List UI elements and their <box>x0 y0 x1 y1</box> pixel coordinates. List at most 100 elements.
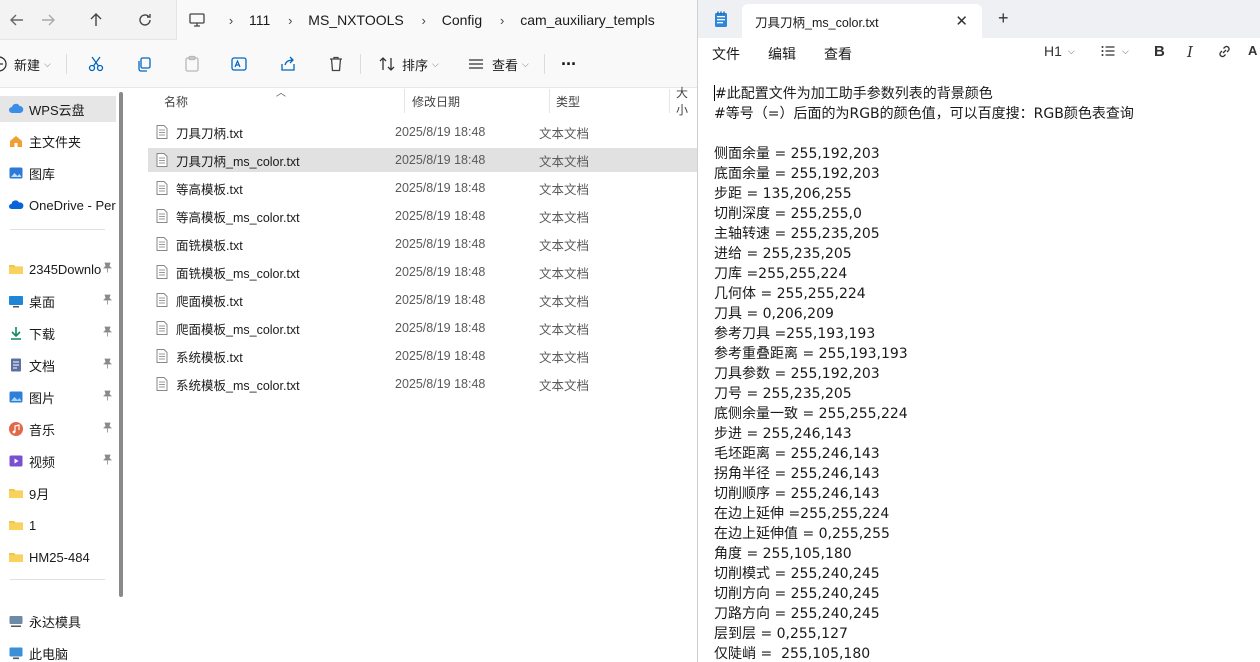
new-tab-plus-icon[interactable]: + <box>998 8 1009 29</box>
file-row[interactable]: 系统模板.txt 2025/8/19 18:48 文本文档 <box>148 344 697 368</box>
view-button[interactable]: 查看 ⌵ <box>467 50 529 78</box>
view-lines-icon <box>469 59 483 69</box>
text-line: 参考重叠距离 = 255,193,193 <box>714 344 1254 364</box>
clear-formatting-icon[interactable]: A <box>1248 43 1257 58</box>
column-header-modified[interactable]: 修改日期 <box>412 89 460 113</box>
breadcrumb-segment[interactable]: Config <box>438 12 488 28</box>
desktop-icon <box>8 293 24 309</box>
file-row[interactable]: 等高模板.txt 2025/8/19 18:48 文本文档 <box>148 176 697 200</box>
file-row[interactable]: 刀具刀柄_ms_color.txt 2025/8/19 18:48 文本文档 <box>148 148 697 172</box>
link-icon[interactable] <box>1216 43 1233 60</box>
sidebar-item[interactable]: OneDrive - Per <box>0 192 116 218</box>
sidebar-item[interactable]: 桌面 <box>0 288 116 314</box>
sidebar-item[interactable]: 视频 <box>0 448 116 474</box>
cut-icon[interactable] <box>87 50 105 78</box>
menu-view[interactable]: 查看 <box>824 44 852 64</box>
copy-icon[interactable] <box>135 50 153 78</box>
breadcrumb-segment[interactable]: cam_auxiliary_templs <box>516 12 661 28</box>
download-icon <box>8 325 24 341</box>
text-line-content: 层到层 = 0,255,127 <box>714 626 848 642</box>
text-line-content: 刀库 =255,255,224 <box>714 266 848 282</box>
sidebar-item[interactable]: 音乐 <box>0 416 116 442</box>
sidebar-item[interactable]: 永达模具 <box>0 608 116 634</box>
this-pc-icon <box>8 645 24 661</box>
file-name: 等高模板.txt <box>176 182 243 197</box>
file-row[interactable]: 面铣模板_ms_color.txt 2025/8/19 18:48 文本文档 <box>148 260 697 284</box>
text-file-icon <box>154 320 170 336</box>
sidebar-item[interactable]: 2345Downlo <box>0 256 116 282</box>
column-header-name[interactable]: 名称 <box>164 89 188 113</box>
chevron-right-icon[interactable]: › <box>488 13 516 28</box>
sidebar-divider <box>10 579 105 580</box>
file-row[interactable]: 爬面模板.txt 2025/8/19 18:48 文本文档 <box>148 288 697 312</box>
file-row[interactable]: 爬面模板_ms_color.txt 2025/8/19 18:48 文本文档 <box>148 316 697 340</box>
sidebar-item[interactable]: 9月 <box>0 480 116 506</box>
sidebar-item-label: 9月 <box>29 486 50 502</box>
forward-arrow-icon[interactable] <box>34 6 62 34</box>
column-header-type[interactable]: 类型 <box>556 89 580 113</box>
file-name: 面铣模板_ms_color.txt <box>176 266 300 281</box>
text-line-content: #此配置文件为加工助手参数列表的背景颜色 <box>715 86 993 102</box>
heading-dropdown[interactable]: H1 ⌵ <box>1044 43 1075 59</box>
chevron-right-icon[interactable]: › <box>217 13 245 28</box>
breadcrumb-segment[interactable]: 111 <box>245 12 276 28</box>
text-line: 刀具 = 0,206,209 <box>714 304 1254 324</box>
text-line-content: 切削深度 = 255,255,0 <box>714 206 862 222</box>
file-modified: 2025/8/19 18:48 <box>395 237 486 251</box>
italic-icon[interactable]: I <box>1187 43 1193 61</box>
sidebar-scrollbar[interactable] <box>119 92 123 597</box>
address-bar[interactable]: › 111 › MS_NXTOOLS › Config › cam_auxiliary_tem… <box>176 0 697 40</box>
file-modified: 2025/8/19 18:48 <box>395 293 486 307</box>
sidebar-item[interactable]: 此电脑 <box>0 640 116 662</box>
column-divider <box>404 89 405 113</box>
file-row[interactable]: 面铣模板.txt 2025/8/19 18:48 文本文档 <box>148 232 697 256</box>
share-icon[interactable] <box>279 50 297 78</box>
text-line-content: 侧面余量 = 255,192,203 <box>714 146 880 162</box>
list-dropdown[interactable]: ⌵ <box>1100 43 1129 59</box>
text-file-icon <box>154 152 170 168</box>
text-editor[interactable]: #此配置文件为加工助手参数列表的背景颜色 #等号（=）后面的为RGB的颜色值，可以… <box>714 84 1254 662</box>
more-options-button[interactable]: ··· <box>561 50 577 78</box>
music-icon <box>8 421 24 437</box>
up-arrow-icon[interactable] <box>82 6 110 34</box>
file-modified: 2025/8/19 18:48 <box>395 265 486 279</box>
chevron-right-icon[interactable]: › <box>410 13 438 28</box>
text-line-content: #等号（=）后面的为RGB的颜色值，可以百度搜：RGB颜色表查询 <box>714 106 1134 122</box>
sidebar-item[interactable]: 文档 <box>0 352 116 378</box>
text-line: 仅陡峭 = 255,105,180 <box>714 644 1254 662</box>
videos-icon <box>8 453 24 469</box>
sidebar-item[interactable]: WPS云盘 <box>0 96 116 122</box>
breadcrumb: › 111 › MS_NXTOOLS › Config › cam_auxiliary_tem… <box>217 12 661 28</box>
sort-button[interactable]: 排序 ⌵ <box>378 50 439 78</box>
divider <box>66 54 67 74</box>
document-tab[interactable]: 刀具刀柄_ms_color.txt ✕ <box>742 4 982 38</box>
sidebar-item[interactable]: 主文件夹 <box>0 128 116 154</box>
text-line: 刀路方向 = 255,240,245 <box>714 604 1254 624</box>
paste-icon[interactable] <box>183 50 201 78</box>
menu-edit[interactable]: 编辑 <box>768 44 796 64</box>
bold-icon[interactable]: B <box>1154 43 1165 60</box>
column-header-size[interactable]: 大小 <box>676 86 697 117</box>
sidebar-item[interactable]: 图库 <box>0 160 116 186</box>
file-row[interactable]: 刀具刀柄.txt 2025/8/19 18:48 文本文档 <box>148 120 697 144</box>
file-row[interactable]: 系统模板_ms_color.txt 2025/8/19 18:48 文本文档 <box>148 372 697 396</box>
network-drive-icon <box>8 613 24 629</box>
chevron-right-icon[interactable]: › <box>276 13 304 28</box>
rename-icon[interactable] <box>230 50 248 78</box>
sidebar-item[interactable]: 图片 <box>0 384 116 410</box>
menu-file[interactable]: 文件 <box>712 44 740 64</box>
text-line: 刀库 =255,255,224 <box>714 264 1254 284</box>
file-name: 爬面模板_ms_color.txt <box>176 322 300 337</box>
sidebar-item[interactable]: HM25-484 <box>0 544 116 570</box>
breadcrumb-segment[interactable]: MS_NXTOOLS <box>304 12 409 28</box>
file-row[interactable]: 等高模板_ms_color.txt 2025/8/19 18:48 文本文档 <box>148 204 697 228</box>
sidebar-item[interactable]: 下载 <box>0 320 116 346</box>
text-line: #等号（=）后面的为RGB的颜色值，可以百度搜：RGB颜色表查询 <box>714 104 1254 124</box>
delete-icon[interactable] <box>327 50 345 78</box>
close-icon[interactable]: ✕ <box>955 12 968 30</box>
refresh-icon[interactable] <box>131 6 159 34</box>
back-arrow-icon[interactable] <box>3 6 31 34</box>
navigation-pane: WPS云盘主文件夹图库 OneDrive - Per 2345Downlo 桌面下载文… <box>0 89 116 662</box>
sidebar-item[interactable]: 1 <box>0 512 116 538</box>
new-button[interactable]: 新建 ⌵ <box>0 50 51 78</box>
